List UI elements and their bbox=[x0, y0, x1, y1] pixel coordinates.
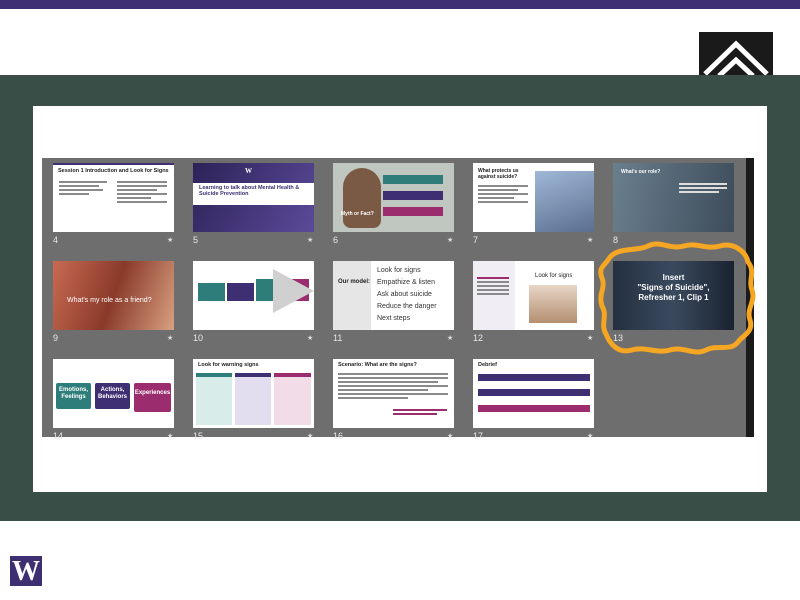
slide-thumbnail-15[interactable]: Look for warning signs bbox=[193, 359, 314, 428]
slide-number: 17 bbox=[473, 431, 484, 441]
slide-title: Look for signs bbox=[535, 273, 573, 279]
slide-number: 6 bbox=[333, 235, 339, 245]
slide-thumbnail-9[interactable]: What's my role as a friend? bbox=[53, 261, 174, 330]
slide-thumbnail-5[interactable]: W Learning to talk about Mental Health &… bbox=[193, 163, 314, 232]
slide-thumbnail-7[interactable]: What protects us against suicide? bbox=[473, 163, 594, 232]
category-box: Emotions, Feelings bbox=[56, 383, 91, 409]
slide-thumbnail-16[interactable]: Scenario: What are the signs? bbox=[333, 359, 454, 428]
slide-title: Session 1 Introduction and Look for Sign… bbox=[58, 168, 169, 174]
slide-title: What's our role? bbox=[621, 169, 661, 175]
slide-thumbnail-6[interactable]: Myth or Fact? bbox=[333, 163, 454, 232]
slide-number: 4 bbox=[53, 235, 59, 245]
slide-thumbnail-4[interactable]: Session 1 Introduction and Look for Sign… bbox=[53, 163, 174, 232]
slide-number: 11 bbox=[333, 333, 343, 343]
slide-title: What's my role as a friend? bbox=[67, 297, 152, 304]
slide-number: 15 bbox=[193, 431, 204, 441]
slide-thumbnail-14[interactable]: Emotions, Feelings Actions, Behaviors Ex… bbox=[53, 359, 174, 428]
slide-thumbnail-10[interactable] bbox=[193, 261, 314, 330]
slide-thumbnail-8[interactable]: What's our role? bbox=[613, 163, 734, 232]
star-icon: ★ bbox=[307, 433, 314, 440]
star-icon: ★ bbox=[167, 433, 174, 440]
slide-thumbnail-17[interactable]: Debrief bbox=[473, 359, 594, 428]
corner-logo-icon bbox=[699, 32, 773, 76]
highlight-scribble bbox=[598, 241, 756, 355]
star-icon: ★ bbox=[447, 335, 454, 342]
star-icon: ★ bbox=[167, 237, 174, 244]
slide-number: 5 bbox=[193, 235, 199, 245]
slide-thumbnail-11[interactable]: Our model: Look for signs Empathize & li… bbox=[333, 261, 454, 330]
star-icon: ★ bbox=[307, 335, 314, 342]
star-icon: ★ bbox=[587, 433, 594, 440]
slide-title: Learning to talk about Mental Health & S… bbox=[199, 185, 300, 197]
slide-number: 16 bbox=[333, 431, 344, 441]
category-box: Experiences bbox=[134, 383, 171, 412]
slide-number: 10 bbox=[193, 333, 204, 343]
star-icon: ★ bbox=[167, 335, 174, 342]
slide-title: Scenario: What are the signs? bbox=[338, 362, 417, 368]
slide-number: 12 bbox=[473, 333, 484, 343]
star-icon: ★ bbox=[307, 237, 314, 244]
slide-title: Look for warning signs bbox=[198, 362, 259, 368]
star-icon: ★ bbox=[447, 433, 454, 440]
star-icon: ★ bbox=[587, 335, 594, 342]
model-step: Empathize & listen bbox=[377, 279, 435, 286]
top-accent-bar bbox=[0, 0, 800, 9]
star-icon: ★ bbox=[587, 237, 594, 244]
star-icon: ★ bbox=[447, 237, 454, 244]
model-step: Next steps bbox=[377, 315, 411, 322]
slide-title: Myth or Fact? bbox=[341, 211, 374, 217]
slide-title: Our model: bbox=[338, 279, 371, 285]
category-box: Actions, Behaviors bbox=[95, 383, 130, 409]
model-step: Reduce the danger bbox=[377, 303, 437, 310]
slide-title: Debrief bbox=[478, 362, 497, 368]
slide-number: 7 bbox=[473, 235, 479, 245]
w-logo-icon: W bbox=[10, 556, 42, 587]
model-step: Ask about suicide bbox=[377, 291, 432, 298]
model-step: Look for signs bbox=[377, 267, 421, 274]
slide-number: 14 bbox=[53, 431, 64, 441]
slide-title: What protects us against suicide? bbox=[478, 168, 519, 180]
slide-number: 9 bbox=[53, 333, 59, 343]
slide-thumbnail-12[interactable]: Look for signs bbox=[473, 261, 594, 330]
